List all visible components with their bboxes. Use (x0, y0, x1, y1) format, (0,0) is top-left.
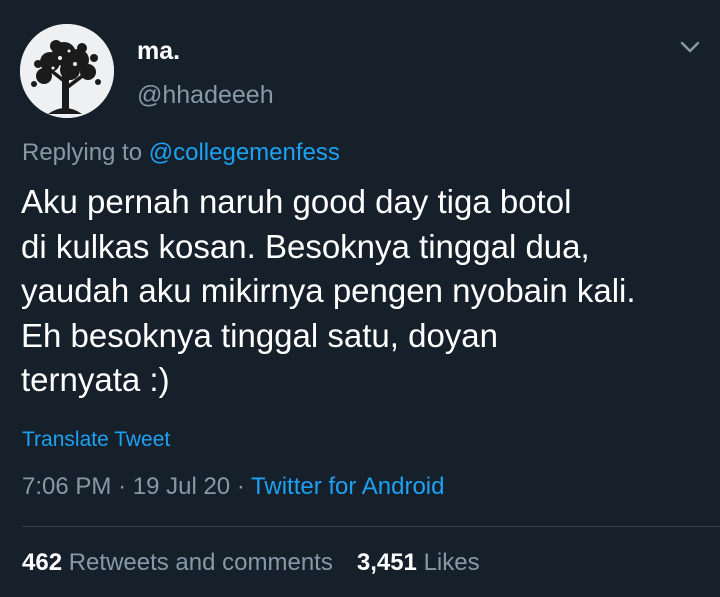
tweet-text-line: yaudah aku mikirnya pengen nyobain kali. (21, 272, 636, 309)
tweet-time: 7:06 PM (22, 473, 112, 500)
replying-prefix: Replying to (22, 139, 143, 166)
translate-tweet-link[interactable]: Translate Tweet (22, 426, 170, 454)
tweet-text-line: Aku pernah naruh good day tiga botol (21, 183, 572, 220)
likes-count: 3,451 (356, 549, 417, 576)
retweets-stat[interactable]: 462 Retweets and comments (22, 549, 333, 576)
author-display-name[interactable]: ma. (137, 36, 180, 66)
chevron-down-icon[interactable] (679, 36, 701, 58)
tweet-meta: 7:06 PM · 19 Jul 20 · Twitter for Androi… (22, 472, 444, 502)
tweet-text-line: ternyata :) (21, 361, 170, 398)
tweet-stats: 462 Retweets and comments 3,451 Likes (22, 548, 480, 578)
tweet-text-line: di kulkas kosan. Besoknya tinggal dua, (21, 227, 590, 265)
retweets-label: Retweets and comments (68, 549, 333, 576)
tweet-text-line: Eh besoknya tinggal satu, doyan (21, 316, 499, 354)
likes-label: Likes (423, 549, 480, 576)
meta-separator: · (236, 473, 245, 500)
tweet-date: 19 Jul 20 (132, 473, 231, 500)
likes-stat[interactable]: 3,451 Likes (357, 549, 480, 576)
divider (22, 526, 720, 527)
tweet-text: Aku pernah naruh good day tiga botol di … (21, 180, 711, 403)
avatar[interactable] (20, 24, 114, 118)
replying-to-mention-link[interactable]: @collegemenfess (149, 139, 340, 166)
retweets-count: 462 (22, 549, 63, 576)
tweet-source-link[interactable]: Twitter for Android (251, 473, 444, 500)
replying-to-line: Replying to @collegemenfess (22, 138, 340, 168)
avatar-tree-silhouette-icon (20, 24, 114, 118)
meta-separator: · (118, 473, 127, 500)
author-handle[interactable]: @hhadeeeh (137, 80, 274, 110)
